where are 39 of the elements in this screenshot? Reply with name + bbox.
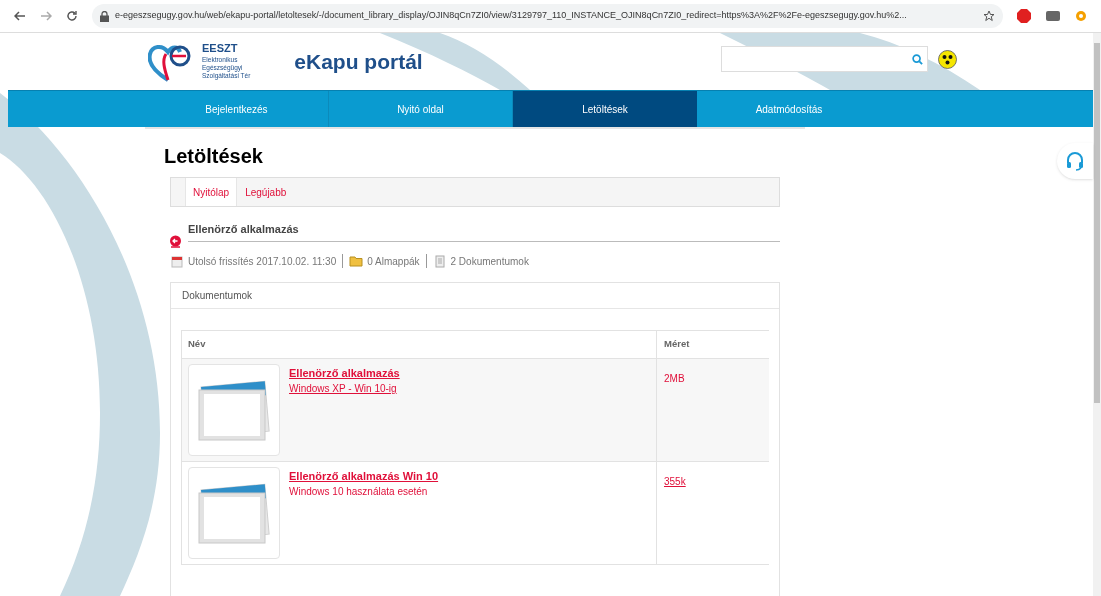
- headset-icon: [1065, 151, 1085, 171]
- accessibility-icon[interactable]: [938, 50, 957, 69]
- search-icon[interactable]: [912, 53, 923, 65]
- nav-tab[interactable]: Adatmódosítás: [697, 91, 881, 127]
- column-header: Méret: [664, 336, 690, 351]
- url-text: e-egeszsegugy.gov.hu/web/ekapu-portal/letoltesek/-/document_library_display/OJIN8qCn7ZI0/view/3129797_110_INSTANCE_OJIN8qCn7ZI0_redirect=https%3A%2F%2Fe-egeszsegugy.gov.hu%2...: [115, 9, 907, 23]
- logo-acronym: EESZT: [202, 43, 239, 54]
- nav-tab[interactable]: Letöltések: [513, 91, 697, 127]
- address-bar[interactable]: e-egeszsegugy.gov.hu/web/ekapu-portal/letoltesek/-/document_library_display/OJIN8qCn7ZI0/view/3129797_110_INSTANCE_OJIN8qCn7ZI0_redirect=https%3A%2F%2Fe-egeszsegugy.gov.hu%2...: [92, 4, 1003, 28]
- site-title: eKapu portál: [294, 48, 423, 75]
- calendar-icon: [170, 254, 184, 268]
- column-header: Név: [188, 336, 206, 351]
- file-size: 2MB: [664, 372, 685, 384]
- page-title: Letöltések: [164, 144, 264, 169]
- last-updated-text: Utolsó frissítés 2017.10.02. 11:30: [188, 254, 337, 269]
- back-circle-icon[interactable]: [169, 235, 182, 248]
- panel-title: Dokumentumok: [182, 288, 253, 303]
- document-row[interactable]: Ellenörző alkalmazás Win 10 Windows 10 használata esetén 355k: [182, 460, 769, 564]
- support-button[interactable]: [1057, 143, 1093, 179]
- extension-icon[interactable]: [1045, 9, 1061, 23]
- subfolders-count: 0 Almappák: [367, 254, 420, 269]
- document-title-link[interactable]: Ellenörző alkalmazás Win 10: [289, 467, 439, 484]
- document-description: Windows 10 használata esetén: [289, 485, 429, 499]
- file-size: 355k: [664, 475, 686, 487]
- documents-count: 2 Dokumentumok: [450, 254, 529, 269]
- document-row[interactable]: Ellenörző alkalmazás Windows XP - Win 10-ig 2MB: [182, 357, 769, 461]
- lock-icon: [100, 10, 109, 22]
- document-title-link[interactable]: Ellenörző alkalmazás: [289, 364, 400, 381]
- document-description: Windows XP - Win 10-ig: [289, 382, 398, 396]
- folder-tab[interactable]: Nyitólap: [185, 178, 238, 206]
- document-icon: [432, 254, 447, 268]
- folder-title: Ellenörző alkalmazás: [188, 221, 780, 242]
- search-field[interactable]: [721, 46, 928, 72]
- back-arrow-icon[interactable]: [14, 10, 26, 22]
- reload-icon[interactable]: [66, 10, 78, 22]
- stop-sign-icon[interactable]: [1017, 9, 1031, 23]
- scrollbar-thumb[interactable]: [1094, 43, 1100, 403]
- star-icon[interactable]: [983, 10, 995, 22]
- folder-icon: [349, 254, 364, 268]
